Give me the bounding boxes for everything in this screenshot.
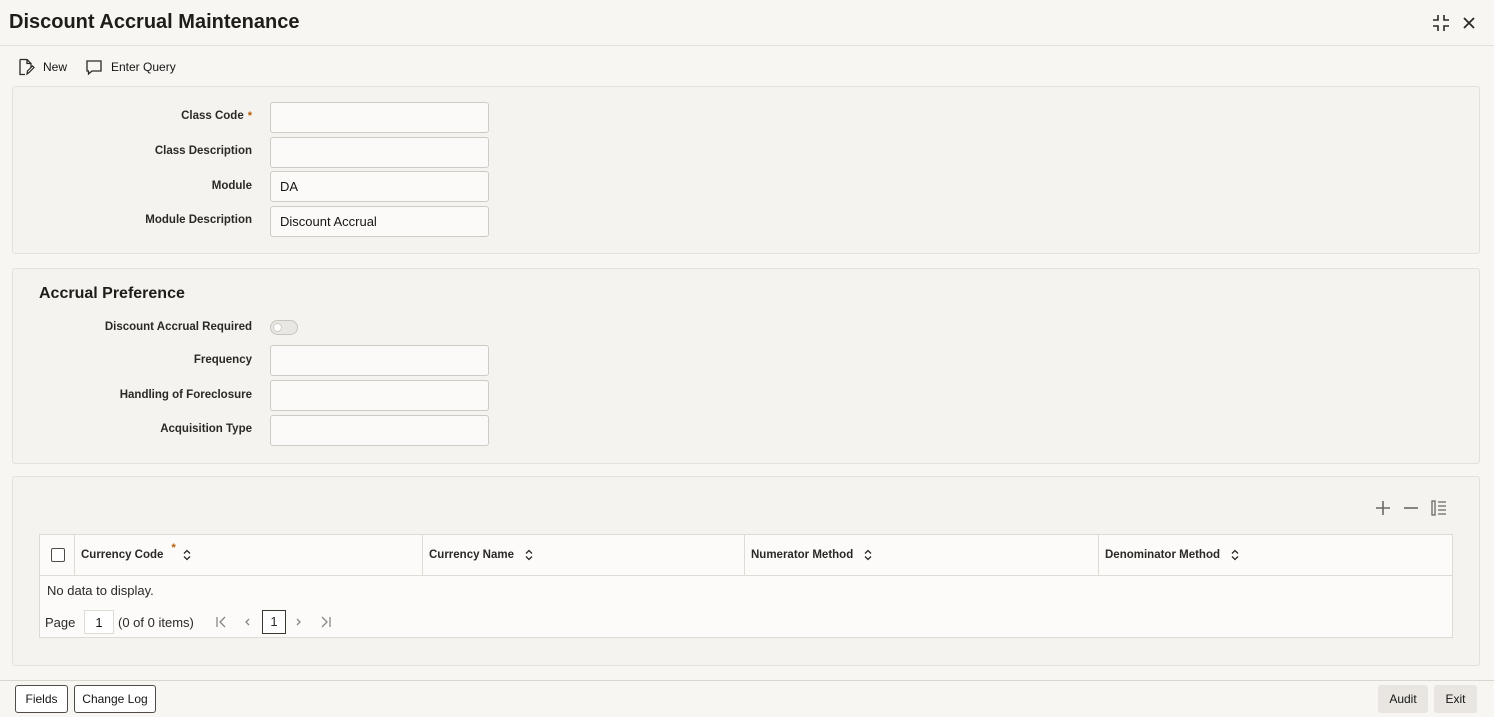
- empty-grid-message: No data to display.: [47, 583, 154, 598]
- currency-name-header-label: Currency Name: [429, 549, 515, 561]
- module-description-input[interactable]: [270, 206, 489, 237]
- previous-page-icon[interactable]: [239, 614, 255, 630]
- new-button-label: New: [43, 60, 68, 74]
- new-button[interactable]: New: [17, 56, 67, 78]
- next-page-icon[interactable]: [291, 614, 307, 630]
- footer-bar: Fields Change Log Audit Exit: [0, 680, 1494, 717]
- enter-query-button[interactable]: Enter Query: [85, 56, 176, 78]
- column-currency-code[interactable]: Currency Code *: [75, 535, 423, 575]
- toggle-knob: [273, 323, 282, 332]
- delete-row-icon[interactable]: [1401, 498, 1421, 518]
- module-input[interactable]: [270, 171, 489, 202]
- single-record-view-icon[interactable]: [1429, 498, 1449, 518]
- class-code-input[interactable]: [270, 102, 489, 133]
- required-marker: *: [247, 110, 252, 122]
- currency-code-header-label: Currency Code: [81, 549, 164, 561]
- new-document-icon: [19, 58, 35, 76]
- page-title: Discount Accrual Maintenance: [9, 11, 300, 33]
- accrual-preference-title: Accrual Preference: [39, 285, 185, 302]
- select-all-cell: [40, 535, 75, 575]
- handling-of-foreclosure-label: Handling of Foreclosure: [119, 389, 252, 401]
- numerator-method-header-label: Numerator Method: [751, 549, 854, 561]
- exit-button[interactable]: Exit: [1434, 685, 1477, 713]
- title-bar: Discount Accrual Maintenance: [0, 0, 1494, 46]
- last-page-icon[interactable]: [318, 614, 334, 630]
- item-count: (0 of 0 items): [118, 615, 194, 630]
- frequency-input[interactable]: [270, 345, 489, 376]
- required-marker: *: [171, 542, 176, 554]
- first-page-icon[interactable]: [213, 614, 229, 630]
- currency-grid: Currency Code * Currency Name Numerator …: [39, 534, 1453, 638]
- add-row-icon[interactable]: [1373, 498, 1393, 518]
- audit-button[interactable]: Audit: [1378, 685, 1428, 713]
- change-log-button[interactable]: Change Log: [74, 685, 156, 713]
- frequency-label: Frequency: [193, 354, 252, 366]
- discount-accrual-required-toggle[interactable]: [270, 320, 298, 335]
- enter-query-button-label: Enter Query: [111, 60, 176, 74]
- comment-icon: [86, 60, 102, 76]
- sort-icon: [183, 549, 191, 561]
- class-description-label: Class Description: [154, 145, 252, 157]
- acquisition-type-input[interactable]: [270, 415, 489, 446]
- column-currency-name[interactable]: Currency Name: [423, 535, 745, 575]
- page-label: Page: [45, 615, 76, 630]
- select-all-checkbox[interactable]: [51, 548, 65, 562]
- class-description-input[interactable]: [270, 137, 489, 168]
- pagination: Page (0 of 0 items) 1: [40, 609, 440, 635]
- discount-accrual-required-label: Discount Accrual Required: [104, 321, 252, 333]
- denominator-method-header-label: Denominator Method: [1105, 549, 1220, 561]
- class-code-label: Class Code *: [181, 110, 252, 122]
- close-icon[interactable]: [1458, 12, 1480, 34]
- collapse-icon[interactable]: [1430, 12, 1452, 34]
- sort-icon: [864, 549, 872, 561]
- module-label: Module: [211, 180, 252, 192]
- handling-of-foreclosure-input[interactable]: [270, 380, 489, 411]
- sort-icon: [1231, 549, 1239, 561]
- module-description-label: Module Description: [145, 214, 252, 226]
- page-number-input[interactable]: [84, 610, 114, 634]
- column-numerator-method[interactable]: Numerator Method: [745, 535, 1099, 575]
- sort-icon: [525, 549, 533, 561]
- fields-button[interactable]: Fields: [15, 685, 68, 713]
- acquisition-type-label: Acquisition Type: [160, 423, 252, 435]
- column-denominator-method[interactable]: Denominator Method: [1099, 535, 1452, 575]
- grid-header: Currency Code * Currency Name Numerator …: [40, 535, 1452, 576]
- current-page-button[interactable]: 1: [262, 610, 286, 634]
